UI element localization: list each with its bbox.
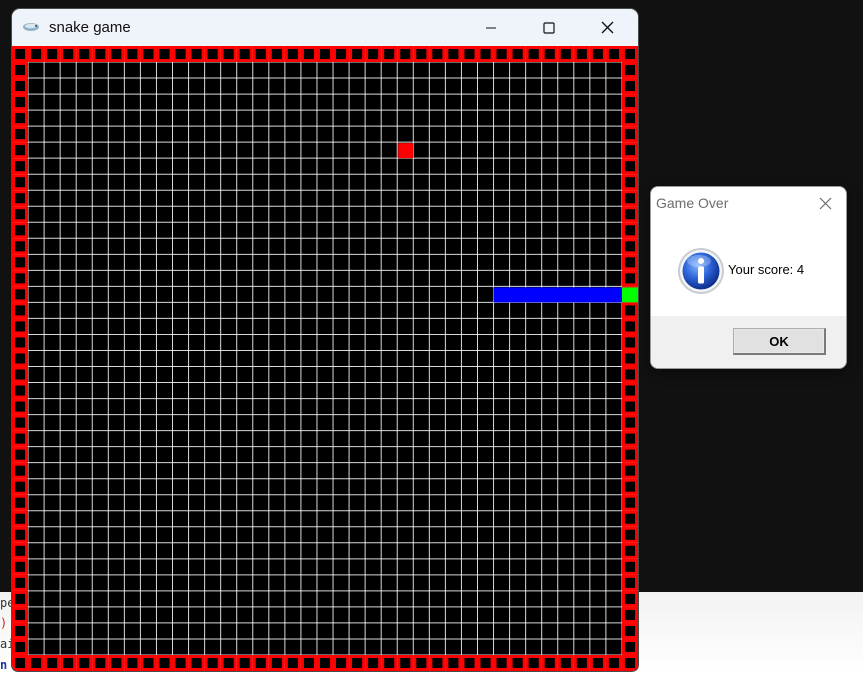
snake-body-segment xyxy=(541,287,559,303)
snake-body-segment xyxy=(557,287,575,303)
game-board xyxy=(12,46,638,671)
snake-body-segment xyxy=(525,287,543,303)
window-titlebar[interactable]: snake game xyxy=(12,9,638,46)
dialog-close-button[interactable] xyxy=(811,191,839,215)
snake-body-segment xyxy=(509,287,527,303)
minimize-icon xyxy=(486,27,496,28)
game-over-dialog: Game Over Your score: 4 OK xyxy=(651,187,846,368)
information-icon xyxy=(677,247,725,295)
maximize-button[interactable] xyxy=(526,9,572,46)
snake-game-window: snake game xyxy=(12,9,638,671)
board-background xyxy=(12,46,638,671)
close-button[interactable] xyxy=(584,9,630,46)
food-cell xyxy=(398,143,414,159)
maximize-icon xyxy=(543,21,555,34)
score-message: Your score: 4 xyxy=(728,262,805,277)
snake-body-segment xyxy=(493,287,511,303)
close-icon xyxy=(601,21,613,34)
game-canvas[interactable] xyxy=(12,46,638,671)
dialog-footer: OK xyxy=(651,316,846,368)
desktop: pe ) ai n snake game Game Over Your scor… xyxy=(0,0,863,673)
dialog-title: Game Over xyxy=(656,195,729,211)
snake-body-segment xyxy=(589,287,607,303)
ok-button[interactable]: OK xyxy=(733,328,826,355)
snake-head xyxy=(621,287,638,303)
dialog-body: Your score: 4 xyxy=(651,218,846,316)
window-title: snake game xyxy=(49,19,131,36)
dialog-titlebar[interactable]: Game Over xyxy=(651,187,846,218)
minimize-button[interactable] xyxy=(468,9,514,46)
close-icon xyxy=(819,197,831,209)
snake-body-segment xyxy=(573,287,591,303)
snake-body-segment xyxy=(605,287,623,303)
python-snake-icon xyxy=(22,19,40,35)
editor-line-2: ) xyxy=(0,616,8,630)
editor-line-4: n xyxy=(0,658,8,672)
